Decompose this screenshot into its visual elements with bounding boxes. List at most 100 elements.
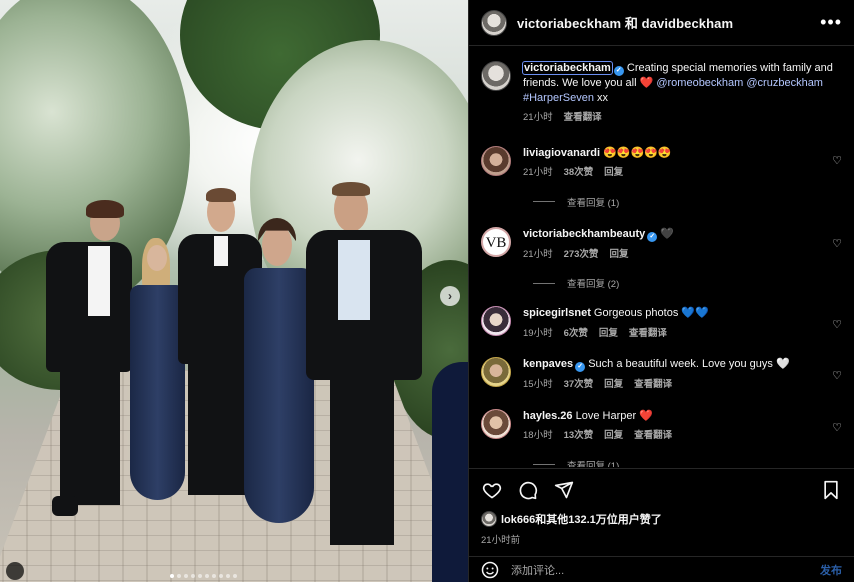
liker-avatar <box>481 511 497 527</box>
like-comment-heart-icon[interactable]: ♡ <box>832 237 842 250</box>
see-translation-link[interactable]: 查看翻译 <box>634 429 672 444</box>
author-avatar[interactable] <box>481 9 507 36</box>
commenter-avatar[interactable] <box>481 408 511 439</box>
comment-likes[interactable]: 6次赞 <box>564 327 588 342</box>
view-replies-label[interactable]: 查看回复 (1) <box>567 458 619 468</box>
comment-username[interactable]: kenpaves <box>523 358 573 370</box>
caption-time[interactable]: 21小时 <box>523 111 553 126</box>
comment-body: victoriabeckhambeauty ✓ 🖤 21小时 273次赞 回复 <box>523 227 833 263</box>
comment-text: Gorgeous photos 💙💙 <box>593 307 709 319</box>
comment-username[interactable]: liviagiovanardi <box>523 147 600 159</box>
post-header: victoriabeckham 和 davidbeckham ••• <box>469 0 854 46</box>
likes-summary[interactable]: lok666和其他132.1万位用户赞了 <box>481 511 842 527</box>
view-replies[interactable]: 查看回复 (1) <box>533 458 842 468</box>
mention-link[interactable]: @romeobeckham <box>656 77 743 89</box>
share-icon[interactable] <box>553 479 575 501</box>
post-photo[interactable]: › <box>0 0 468 582</box>
see-translation-link[interactable]: 查看翻译 <box>629 327 667 342</box>
commenter-avatar[interactable]: VB <box>481 226 511 257</box>
comment-likes[interactable]: 13次赞 <box>564 429 594 444</box>
view-replies-label[interactable]: 查看回复 (2) <box>567 276 619 290</box>
instagram-post-view: › victoriabeckham 和 davidbeckham ••• vic… <box>0 0 854 582</box>
comment-meta: 19小时 6次赞 回复 查看翻译 <box>523 327 833 342</box>
tagged-users-icon[interactable] <box>6 562 24 580</box>
comment-meta: 15小时 37次赞 回复 查看翻译 <box>523 378 833 393</box>
reply-button[interactable]: 回复 <box>604 429 623 444</box>
next-photo-button[interactable]: › <box>440 286 460 306</box>
commenter-avatar[interactable] <box>481 357 511 387</box>
comments-list[interactable]: victoriabeckham ✓ Creating special memori… <box>469 47 854 467</box>
caption-body: victoriabeckham ✓ Creating special memori… <box>522 61 833 126</box>
caption: victoriabeckham ✓ Creating special memori… <box>481 47 842 126</box>
likes-text[interactable]: lok666和其他132.1万位用户赞了 <box>501 511 662 527</box>
view-replies[interactable]: 查看回复 (1) <box>533 195 842 209</box>
comment-body: liviagiovanardi 😍😍😍😍😍 21小时 38次赞 回复 <box>523 146 833 181</box>
comment-body: spicegirlsnet Gorgeous photos 💙💙 19小时 6次… <box>523 306 833 341</box>
caption-avatar[interactable] <box>481 61 511 91</box>
replies-line <box>533 282 555 284</box>
comment-meta: 21小时 38次赞 回复 <box>523 166 833 181</box>
comment-time[interactable]: 18小时 <box>523 429 553 444</box>
emoji-picker-icon[interactable] <box>481 561 499 579</box>
like-comment-heart-icon[interactable]: ♡ <box>832 318 842 331</box>
reply-button[interactable]: 回复 <box>599 327 618 342</box>
caption-tail: xx <box>597 91 608 104</box>
comment: hayles.26 Love Harper ❤️ 18小时 13次赞 回复 查看… <box>481 393 842 444</box>
comment-likes[interactable]: 38次赞 <box>564 166 594 181</box>
like-comment-heart-icon[interactable]: ♡ <box>832 369 842 382</box>
like-comment-heart-icon[interactable]: ♡ <box>832 421 842 434</box>
comment-text: Such a beautiful week. Love you guys 🤍 <box>588 358 790 370</box>
carousel-dots <box>170 574 237 578</box>
like-comment-heart-icon[interactable]: ♡ <box>832 154 842 167</box>
reply-button[interactable]: 回复 <box>604 378 623 393</box>
verified-badge-icon: ✓ <box>647 231 658 242</box>
caption-meta: 21小时 查看翻译 <box>523 111 833 126</box>
mention-link[interactable]: @cruzbeckham <box>746 77 823 89</box>
comment-text: 😍😍😍😍😍 <box>603 146 672 159</box>
post-side-panel: victoriabeckham 和 davidbeckham ••• victo… <box>468 0 854 582</box>
more-options-icon[interactable]: ••• <box>820 12 842 33</box>
post-timestamp[interactable]: 21小时前 <box>481 532 842 546</box>
verified-badge-icon: ✓ <box>613 66 624 76</box>
view-replies[interactable]: 查看回复 (2) <box>533 276 842 290</box>
comment: kenpaves ✓ Such a beautiful week. Love yo… <box>481 341 842 393</box>
car-edge <box>432 362 468 582</box>
comment-likes[interactable]: 37次赞 <box>564 378 594 393</box>
commenter-avatar[interactable] <box>481 306 511 336</box>
comment-text: Love Harper ❤️ <box>575 409 653 422</box>
comment-time[interactable]: 19小时 <box>523 327 553 342</box>
view-replies-label[interactable]: 查看回复 (1) <box>567 195 619 209</box>
reply-button[interactable]: 回复 <box>604 166 623 181</box>
comment-meta: 21小时 273次赞 回复 <box>523 248 833 263</box>
like-heart-icon[interactable] <box>481 479 503 501</box>
comment-body: kenpaves ✓ Such a beautiful week. Love yo… <box>523 357 833 393</box>
comment-time[interactable]: 15小时 <box>523 378 553 393</box>
comment-body: hayles.26 Love Harper ❤️ 18小时 13次赞 回复 查看… <box>523 409 833 444</box>
comment-meta: 18小时 13次赞 回复 查看翻译 <box>523 429 833 444</box>
comment-username[interactable]: spicegirlsnet <box>523 307 591 319</box>
comment-time[interactable]: 21小时 <box>523 166 553 181</box>
bookmark-icon[interactable] <box>820 479 842 501</box>
action-bar <box>481 479 842 501</box>
comment-icon[interactable] <box>517 479 539 501</box>
comment-time[interactable]: 21小时 <box>523 248 553 263</box>
replies-line <box>533 464 555 465</box>
replies-line <box>533 201 555 202</box>
hashtag-link[interactable]: #HarperSeven <box>523 92 594 104</box>
post-comment-button[interactable]: 发布 <box>820 562 842 578</box>
reply-button[interactable]: 回复 <box>609 248 628 263</box>
comment: spicegirlsnet Gorgeous photos 💙💙 19小时 6次… <box>481 290 842 341</box>
comment-username[interactable]: hayles.26 <box>523 410 573 422</box>
comment-username[interactable]: victoriabeckhambeauty <box>523 228 645 240</box>
verified-badge-icon: ✓ <box>575 362 586 372</box>
comment: VB victoriabeckhambeauty ✓ 🖤 21小时 273次赞 回… <box>481 209 842 263</box>
caption-username[interactable]: victoriabeckham <box>522 61 613 75</box>
see-translation-link[interactable]: 查看翻译 <box>634 378 672 393</box>
comment-likes[interactable]: 273次赞 <box>564 248 599 263</box>
commenter-avatar[interactable] <box>481 145 511 176</box>
see-translation-link[interactable]: 查看翻译 <box>564 111 602 126</box>
comment-input[interactable]: 添加评论... <box>511 562 564 578</box>
post-authors[interactable]: victoriabeckham 和 davidbeckham <box>517 13 733 32</box>
post-actions: lok666和其他132.1万位用户赞了 21小时前 <box>469 468 854 546</box>
comment-text: 🖤 <box>660 227 675 240</box>
